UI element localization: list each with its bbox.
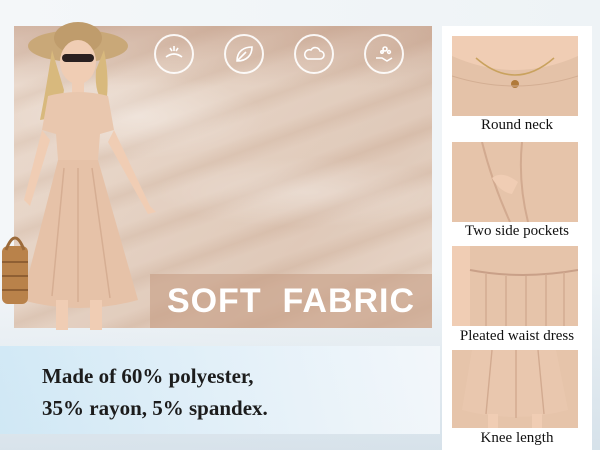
hand-wash-icon bbox=[364, 34, 404, 74]
round-neck-image bbox=[452, 36, 578, 116]
detail-label-round-neck: Round neck bbox=[480, 117, 554, 133]
detail-label-pleated: Pleated waist dress bbox=[459, 328, 575, 344]
side-pocket-image bbox=[452, 142, 578, 222]
detail-label-pockets: Two side pockets bbox=[465, 223, 569, 239]
material-line-2: 35% rayon, 5% spandex. bbox=[42, 396, 268, 420]
model-figure bbox=[2, 22, 156, 330]
pleated-waist-image bbox=[452, 246, 578, 326]
cloud-comfort-icon bbox=[294, 34, 334, 74]
detail-label-knee-length: Knee length bbox=[480, 430, 554, 446]
material-line-1: Made of 60% polyester, bbox=[42, 364, 254, 388]
soft-fabric-title: SOFT FABRIC bbox=[166, 282, 416, 320]
knee-length-image bbox=[452, 350, 578, 428]
leaf-soft-icon bbox=[224, 34, 264, 74]
